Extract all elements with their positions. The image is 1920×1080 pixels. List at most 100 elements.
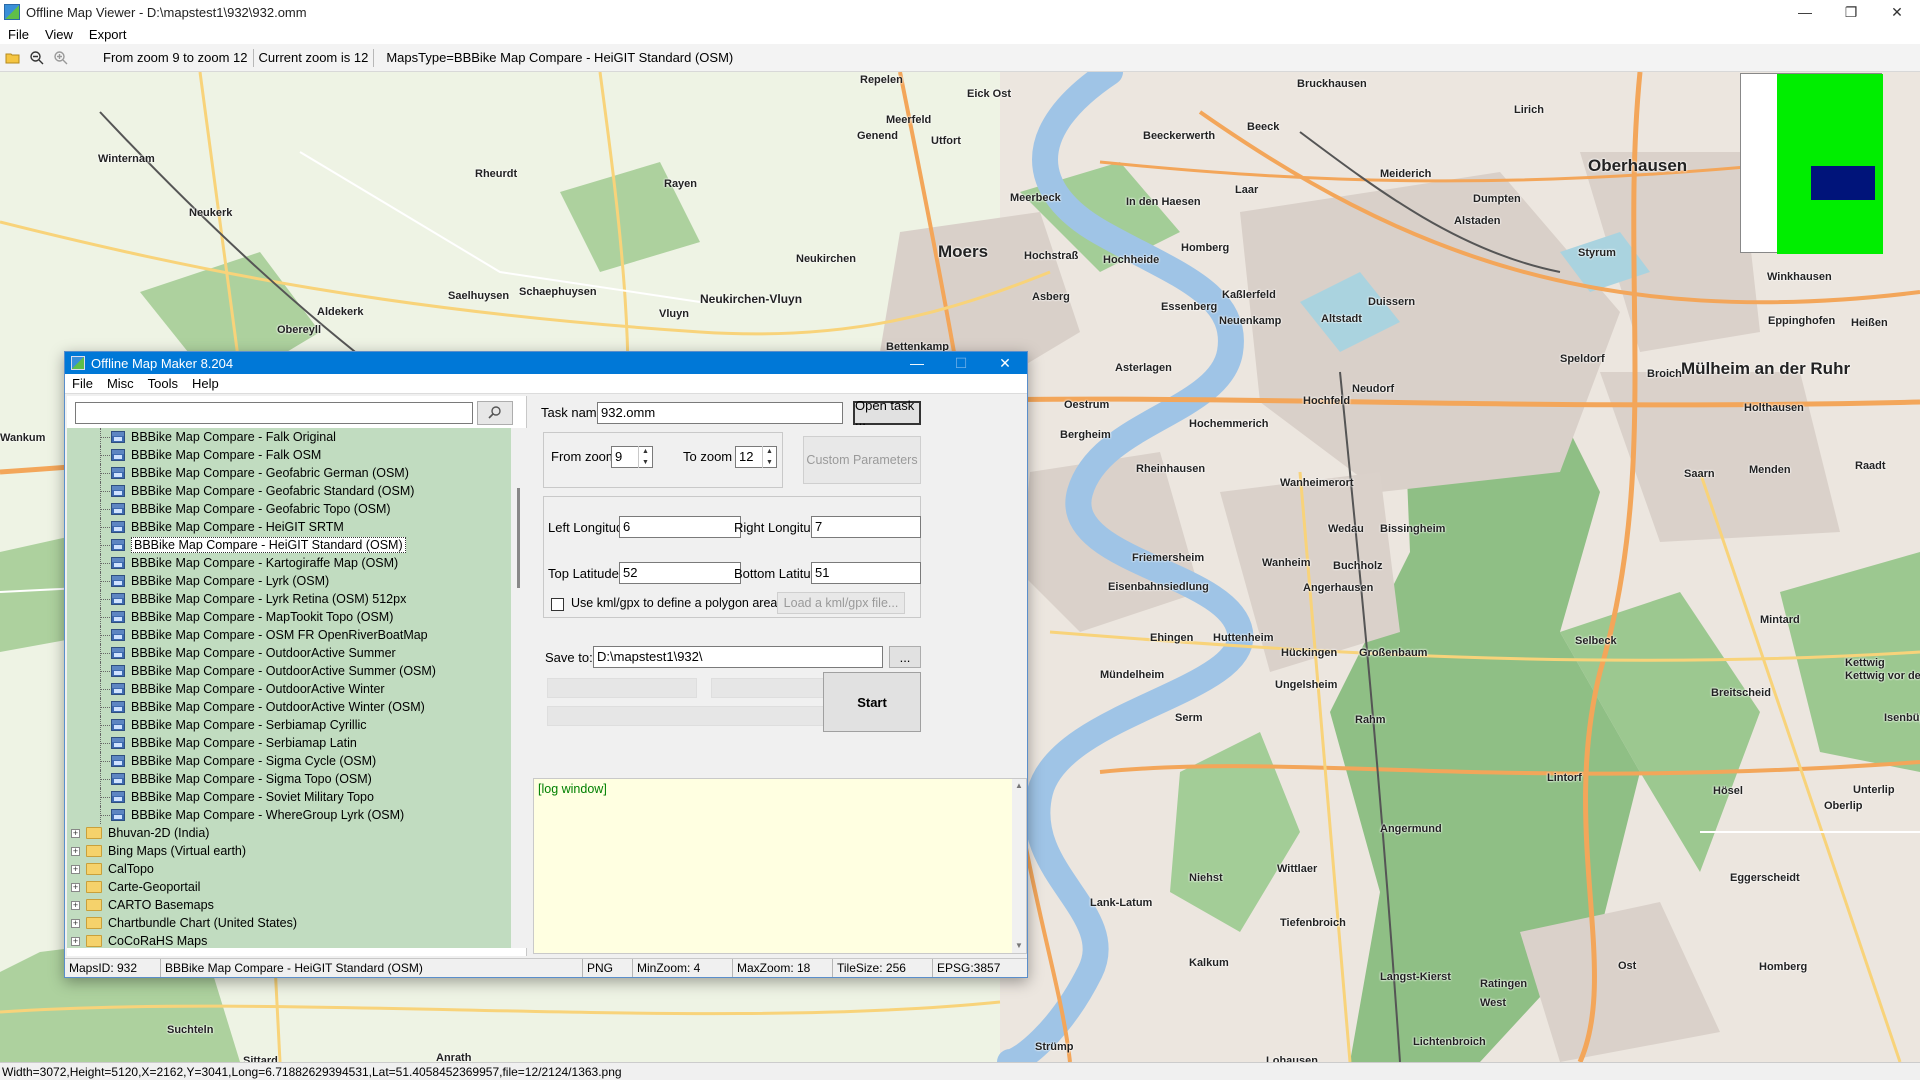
menu-export[interactable]: Export [81, 27, 135, 42]
map-source-icon [111, 485, 125, 497]
map-place-label: Meerbeck [1010, 192, 1061, 204]
tree-item[interactable]: BBBike Map Compare - Sigma Cycle (OSM) [67, 752, 511, 770]
tree-item-label: BBBike Map Compare - MapTookit Topo (OSM… [131, 610, 394, 624]
status-maps-id: MapsID: 932 [65, 959, 161, 977]
tree-item[interactable]: BBBike Map Compare - Lyrk (OSM) [67, 572, 511, 590]
load-kml-button[interactable]: Load a kml/gpx file... [777, 592, 905, 614]
log-window[interactable]: [log window] ▲ ▼ [533, 778, 1027, 954]
folder-icon [86, 863, 102, 875]
scroll-up-icon[interactable]: ▲ [1012, 779, 1026, 793]
dialog-menu-file[interactable]: File [65, 376, 100, 391]
map-source-icon [111, 503, 125, 515]
dialog-maximize-button[interactable]: ☐ [939, 352, 983, 374]
custom-parameters-button[interactable]: Custom Parameters [803, 436, 921, 484]
tree-group[interactable]: + CARTO Basemaps [67, 896, 511, 914]
maximize-button[interactable]: ❐ [1828, 0, 1874, 24]
map-place-label: Kettwig vor der Brücke [1845, 670, 1920, 682]
tree-item[interactable]: BBBike Map Compare - OutdoorActive Summe… [67, 644, 511, 662]
open-task-button[interactable]: Open task ... [853, 398, 921, 428]
map-place-label: Isenbügel [1884, 712, 1920, 724]
tree-group[interactable]: + CoCoRaHS Maps [67, 932, 511, 948]
map-source-icon [111, 467, 125, 479]
map-search-input[interactable] [75, 402, 473, 424]
tree-item[interactable]: BBBike Map Compare - OutdoorActive Summe… [67, 662, 511, 680]
task-name-input[interactable]: 932.omm [597, 402, 843, 424]
minimize-button[interactable]: — [1782, 0, 1828, 24]
tree-item[interactable]: BBBike Map Compare - Kartogiraffe Map (O… [67, 554, 511, 572]
tree-item[interactable]: BBBike Map Compare - Serbiamap Latin [67, 734, 511, 752]
tree-item[interactable]: BBBike Map Compare - Sigma Topo (OSM) [67, 770, 511, 788]
tree-item[interactable]: BBBike Map Compare - Falk OSM [67, 446, 511, 464]
status-format: PNG [583, 959, 633, 977]
tree-item[interactable]: BBBike Map Compare - OutdoorActive Winte… [67, 680, 511, 698]
dialog-menu-misc[interactable]: Misc [100, 376, 141, 391]
expand-icon[interactable]: + [71, 882, 80, 892]
tree-item[interactable]: BBBike Map Compare - Lyrk Retina (OSM) 5… [67, 590, 511, 608]
map-place-label: Bissingheim [1380, 523, 1446, 535]
expand-icon[interactable]: + [71, 864, 80, 874]
tree-scrollbar-thumb[interactable] [517, 488, 520, 588]
from-zoom-spinner[interactable]: ▲ ▼ [638, 446, 652, 468]
map-place-label: Meerfeld [886, 114, 932, 126]
dialog-menu-tools[interactable]: Tools [141, 376, 185, 391]
close-button[interactable]: ✕ [1874, 0, 1920, 24]
expand-icon[interactable]: + [71, 936, 80, 946]
tree-item[interactable]: BBBike Map Compare - OutdoorActive Winte… [67, 698, 511, 716]
map-place-label: Duissern [1368, 296, 1416, 308]
left-longitude-input[interactable]: 6 [619, 516, 741, 538]
log-scrollbar[interactable]: ▲ ▼ [1012, 779, 1026, 953]
tree-item[interactable]: BBBike Map Compare - Geofabric Standard … [67, 482, 511, 500]
expand-icon[interactable]: + [71, 900, 80, 910]
zoom-out-icon[interactable] [26, 47, 48, 69]
map-source-tree[interactable]: BBBike Map Compare - Falk Original BBBike… [67, 428, 511, 948]
expand-icon[interactable]: + [71, 828, 80, 838]
map-source-icon [111, 647, 125, 659]
bottom-latitude-input[interactable]: 51 [811, 562, 921, 584]
tree-group[interactable]: + Bhuvan-2D (India) [67, 824, 511, 842]
scroll-down-icon[interactable]: ▼ [1012, 939, 1026, 953]
tree-item-label: BBBike Map Compare - Serbiamap Cyrillic [131, 718, 367, 732]
save-path-input[interactable]: D:\mapstest1\932\ [593, 646, 883, 668]
tree-item[interactable]: BBBike Map Compare - Geofabric German (O… [67, 464, 511, 482]
to-zoom-spinner[interactable]: ▲ ▼ [762, 446, 776, 468]
tree-item[interactable]: BBBike Map Compare - MapTookit Topo (OSM… [67, 608, 511, 626]
right-longitude-input[interactable]: 7 [811, 516, 921, 538]
map-place-label: Hochstraß [1024, 250, 1079, 262]
tree-item[interactable]: BBBike Map Compare - WhereGroup Lyrk (OS… [67, 806, 511, 824]
browse-button[interactable]: ... [889, 646, 921, 668]
top-latitude-input[interactable]: 52 [619, 562, 741, 584]
expand-icon[interactable]: + [71, 846, 80, 856]
menu-file[interactable]: File [0, 27, 37, 42]
expand-icon[interactable]: + [71, 918, 80, 928]
tree-item[interactable]: BBBike Map Compare - Falk Original [67, 428, 511, 446]
tree-item[interactable]: BBBike Map Compare - Serbiamap Cyrillic [67, 716, 511, 734]
dialog-close-button[interactable]: ✕ [983, 352, 1027, 374]
open-folder-icon[interactable] [2, 47, 24, 69]
map-place-label: Laar [1235, 184, 1259, 196]
minimap-viewport[interactable] [1811, 166, 1875, 200]
kml-polygon-checkbox[interactable] [551, 598, 564, 611]
tree-group[interactable]: + Chartbundle Chart (United States) [67, 914, 511, 932]
tree-group[interactable]: + Bing Maps (Virtual earth) [67, 842, 511, 860]
tree-item[interactable]: BBBike Map Compare - HeiGIT SRTM [67, 518, 511, 536]
tree-scrollbar[interactable] [511, 428, 527, 948]
tree-item-label: BBBike Map Compare - Sigma Topo (OSM) [131, 772, 372, 786]
tree-item[interactable]: BBBike Map Compare - OSM FR OpenRiverBoa… [67, 626, 511, 644]
tree-group[interactable]: + CalTopo [67, 860, 511, 878]
dialog-menu-help[interactable]: Help [185, 376, 226, 391]
tree-group[interactable]: + Carte-Geoportail [67, 878, 511, 896]
tree-item[interactable]: BBBike Map Compare - HeiGIT Standard (OS… [67, 536, 511, 554]
map-place-label: Breitscheid [1711, 687, 1771, 699]
menu-view[interactable]: View [37, 27, 81, 42]
folder-icon [86, 881, 102, 893]
minimap[interactable] [1740, 73, 1883, 254]
tree-item[interactable]: BBBike Map Compare - Soviet Military Top… [67, 788, 511, 806]
dialog-minimize-button[interactable]: — [895, 352, 939, 374]
start-button[interactable]: Start [823, 672, 921, 732]
search-button[interactable] [477, 401, 513, 425]
map-place-label: Repelen [860, 74, 903, 86]
tree-item[interactable]: BBBike Map Compare - Geofabric Topo (OSM… [67, 500, 511, 518]
offline-map-maker-dialog: Offline Map Maker 8.204 — ☐ ✕ File Misc … [64, 351, 1028, 978]
map-place-label: Mülheim an der Ruhr [1681, 359, 1851, 378]
zoom-in-icon[interactable] [50, 47, 72, 69]
